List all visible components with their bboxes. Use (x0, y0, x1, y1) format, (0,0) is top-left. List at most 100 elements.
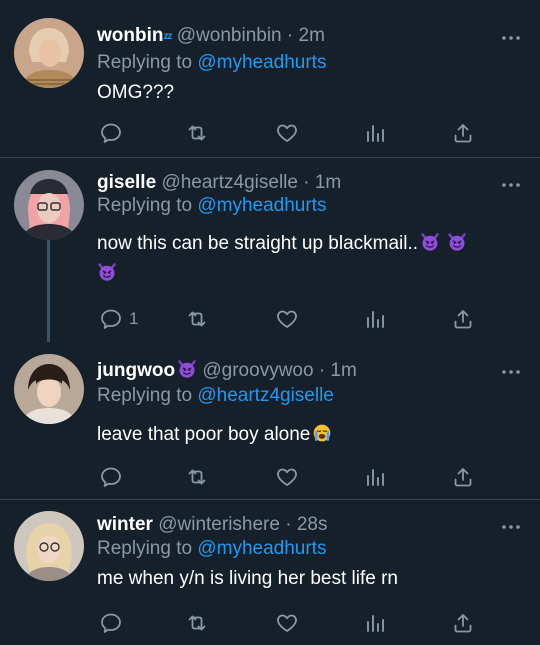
reply-button[interactable] (99, 464, 123, 490)
share-icon (451, 307, 475, 331)
loudly-crying-emoji (312, 423, 332, 443)
tweet[interactable]: wonbinzz @wonbinbin · 2m Replying to @my… (0, 0, 540, 157)
smiling-devil-emoji (420, 232, 440, 252)
retweet-icon (185, 121, 209, 145)
more-icon[interactable] (500, 364, 522, 374)
replying-to-label: Replying to (97, 195, 193, 216)
like-button[interactable] (275, 306, 299, 332)
reply-mention-link[interactable]: @heartz4giselle (197, 385, 334, 406)
avatar[interactable] (14, 511, 84, 581)
share-icon (451, 121, 475, 145)
retweet-button[interactable] (185, 306, 209, 332)
tweet[interactable]: giselle @heartz4giselle · 1m Replying to… (0, 158, 540, 342)
avatar[interactable] (14, 18, 84, 88)
share-button[interactable] (451, 610, 475, 636)
handle[interactable]: @wonbinbin (177, 25, 282, 46)
timestamp[interactable]: · 1m (319, 360, 357, 381)
like-button[interactable] (275, 464, 299, 490)
reply-count: 1 (129, 309, 139, 328)
tweet-actions (97, 120, 497, 146)
tweet-text-content: now this can be straight up blackmail.. (97, 233, 419, 254)
retweet-button[interactable] (185, 610, 209, 636)
tweet-actions: 1 (97, 306, 497, 332)
share-icon (451, 465, 475, 489)
avatar[interactable] (14, 170, 84, 240)
reply-mention-link[interactable]: @myheadhurts (197, 195, 326, 216)
analytics-icon (363, 465, 387, 489)
handle[interactable]: @groovywoo (202, 360, 313, 381)
tweet-text: now this can be straight up blackmail.. (97, 229, 517, 289)
tweet-text-content: me when y/n is living her best life rn (97, 568, 398, 589)
more-icon[interactable] (500, 30, 522, 40)
heart-icon (275, 611, 299, 635)
retweet-icon (185, 307, 209, 331)
replying-to: Replying to @myheadhurts (97, 195, 326, 217)
share-button[interactable] (451, 120, 475, 146)
replying-to-label: Replying to (97, 385, 193, 406)
tweet-text: OMG??? (97, 78, 517, 108)
tweet-text-content: OMG??? (97, 82, 175, 103)
analytics-icon (363, 611, 387, 635)
heart-icon (275, 307, 299, 331)
display-name[interactable]: giselle (97, 172, 156, 193)
tweet-header: giselle @heartz4giselle · 1m (97, 172, 341, 194)
reply-button[interactable] (99, 610, 123, 636)
more-icon[interactable] (500, 177, 522, 187)
reply-button[interactable]: 1 (99, 306, 138, 332)
reply-mention-link[interactable]: @myheadhurts (197, 538, 326, 559)
display-name[interactable]: winter (97, 514, 153, 535)
avatar[interactable] (14, 354, 84, 424)
handle[interactable]: @winterishere (158, 514, 280, 535)
retweet-button[interactable] (185, 464, 209, 490)
replying-to-label: Replying to (97, 52, 193, 73)
tweet-header: jungwoo @groovywoo · 1m (97, 359, 357, 382)
analytics-button[interactable] (363, 306, 387, 332)
reply-icon (99, 611, 123, 635)
share-button[interactable] (451, 306, 475, 332)
reply-mention-link[interactable]: @myheadhurts (197, 52, 326, 73)
tweet-header: wonbinzz @wonbinbin · 2m (97, 25, 325, 48)
smiling-devil-emoji (447, 232, 467, 252)
analytics-button[interactable] (363, 610, 387, 636)
analytics-icon (363, 307, 387, 331)
handle[interactable]: @heartz4giselle (161, 172, 298, 193)
analytics-button[interactable] (363, 464, 387, 490)
heart-icon (275, 121, 299, 145)
reply-icon (99, 307, 123, 331)
tweet-text: me when y/n is living her best life rn (97, 564, 517, 594)
more-icon[interactable] (500, 519, 522, 529)
tweet-actions (97, 464, 497, 490)
timestamp[interactable]: · 28s (285, 514, 327, 535)
replying-to: Replying to @myheadhurts (97, 538, 326, 560)
tweet[interactable]: winter @winterishere · 28s Replying to @… (0, 500, 540, 645)
display-name[interactable]: wonbin (97, 25, 163, 46)
replying-to: Replying to @myheadhurts (97, 52, 326, 74)
smiling-devil-emoji (177, 359, 197, 379)
reply-icon (99, 465, 123, 489)
tweet-header: winter @winterishere · 28s (97, 514, 327, 536)
share-button[interactable] (451, 464, 475, 490)
retweet-icon (185, 611, 209, 635)
tweet[interactable]: jungwoo @groovywoo · 1m Replying to @hea… (0, 342, 540, 499)
retweet-icon (185, 465, 209, 489)
display-name[interactable]: jungwoo (97, 360, 175, 381)
retweet-button[interactable] (185, 120, 209, 146)
thread-line (47, 238, 50, 342)
tweet-text-content: leave that poor boy alone (97, 424, 311, 445)
replying-to-label: Replying to (97, 538, 193, 559)
replying-to: Replying to @heartz4giselle (97, 385, 334, 407)
reply-icon (99, 121, 123, 145)
share-icon (451, 611, 475, 635)
zzz-emoji: zz (163, 31, 172, 42)
like-button[interactable] (275, 120, 299, 146)
heart-icon (275, 465, 299, 489)
timestamp[interactable]: · 2m (287, 25, 325, 46)
smiling-devil-emoji (97, 262, 117, 282)
timestamp[interactable]: · 1m (303, 172, 341, 193)
analytics-icon (363, 121, 387, 145)
like-button[interactable] (275, 610, 299, 636)
analytics-button[interactable] (363, 120, 387, 146)
reply-button[interactable] (99, 120, 123, 146)
tweet-text: leave that poor boy alone (97, 420, 517, 450)
tweet-actions (97, 610, 497, 636)
